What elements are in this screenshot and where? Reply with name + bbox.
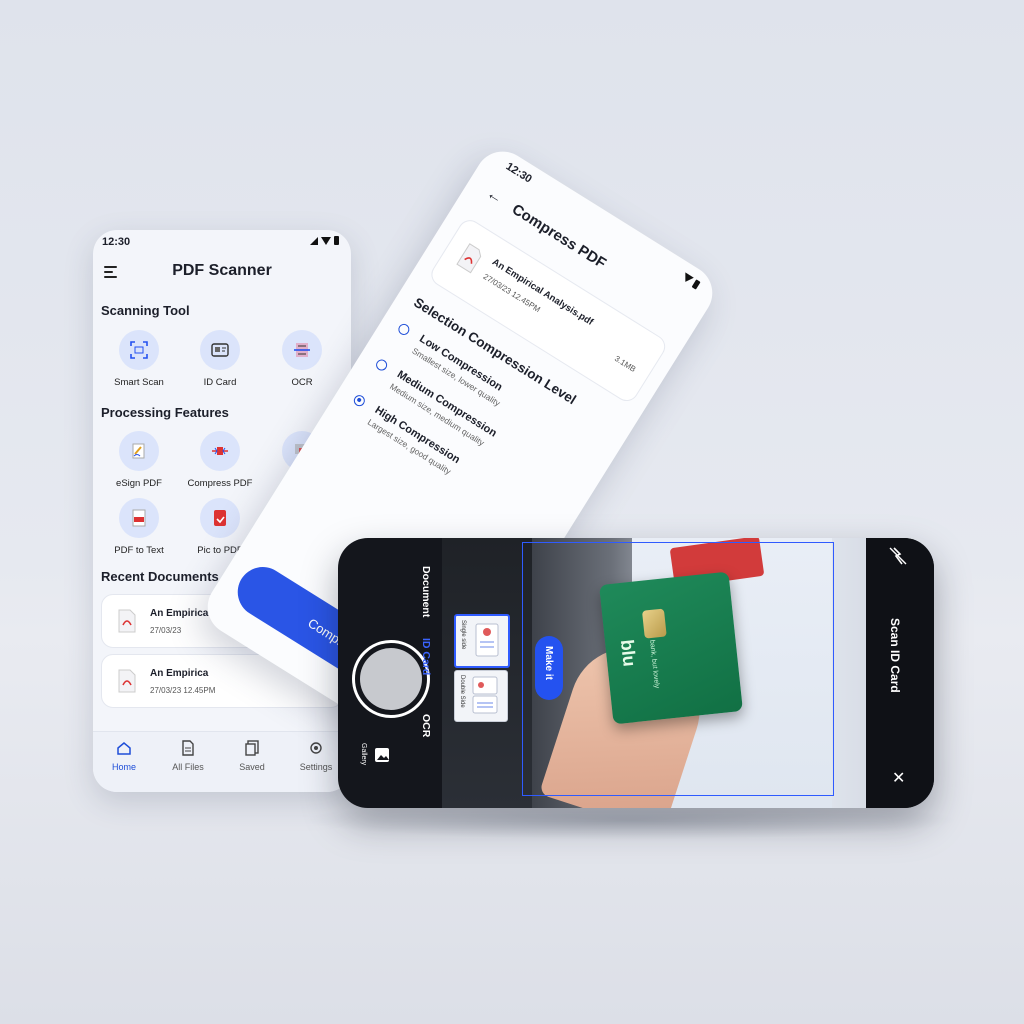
scanning-tool-heading: Scanning Tool xyxy=(101,303,190,318)
home-icon xyxy=(117,742,131,755)
pdf-to-text-icon xyxy=(132,509,146,527)
nav-home-label: Home xyxy=(111,762,136,772)
single-side-label: Single side xyxy=(460,620,466,650)
radio-button[interactable] xyxy=(396,321,412,338)
compress-icon xyxy=(212,447,228,455)
single-side-option[interactable]: Single side xyxy=(454,614,510,668)
settings-icon xyxy=(310,742,322,754)
radio-button[interactable] xyxy=(374,357,390,373)
smart-scan-button[interactable]: Smart Scan xyxy=(100,330,178,388)
recent-documents-heading: Recent Documents xyxy=(101,569,219,584)
gallery-label: Gallery xyxy=(360,743,367,766)
make-it-label: Make it xyxy=(543,646,554,680)
battery-icon xyxy=(691,279,701,290)
ocr-icon xyxy=(294,343,310,357)
signal-icon xyxy=(310,236,318,245)
doc-date: 27/03/23 xyxy=(150,626,182,635)
doc-name: An Empirica xyxy=(150,668,209,679)
back-arrow-icon[interactable]: ← xyxy=(483,185,506,209)
wifi-icon xyxy=(321,236,331,245)
compress-pdf-button[interactable]: Compress PDF xyxy=(181,431,259,489)
gallery-icon xyxy=(375,748,389,762)
processing-features-heading: Processing Features xyxy=(101,405,229,420)
id-card-label: ID Card xyxy=(203,377,237,388)
battery-icon xyxy=(334,236,339,245)
pdf-to-text-label: PDF to Text xyxy=(114,545,164,556)
close-icon[interactable]: ✕ xyxy=(892,768,905,788)
esign-pdf-button[interactable]: eSign PDF xyxy=(100,431,178,489)
wifi-icon xyxy=(681,272,694,285)
pdf-file-icon xyxy=(118,669,136,693)
shutter-button[interactable] xyxy=(352,640,430,718)
saved-icon xyxy=(245,740,259,756)
status-icons xyxy=(681,272,701,290)
id-card-thumb-icon xyxy=(475,623,499,657)
esign-icon xyxy=(132,443,145,459)
id-card-button[interactable]: ID Card xyxy=(181,330,259,388)
doc-name: An Empirica xyxy=(150,608,209,619)
make-it-button[interactable]: Make it xyxy=(535,636,563,700)
nav-settings[interactable]: Settings xyxy=(291,740,341,772)
nav-all-files-label: All Files xyxy=(172,762,204,772)
esign-pdf-label: eSign PDF xyxy=(116,478,162,489)
status-time: 12:30 xyxy=(503,160,534,186)
nav-home[interactable]: Home xyxy=(99,740,149,772)
nav-saved[interactable]: Saved xyxy=(227,740,277,772)
status-icons xyxy=(310,236,339,245)
scan-icon xyxy=(130,341,148,359)
nav-saved-label: Saved xyxy=(239,762,265,772)
mode-document[interactable]: Document xyxy=(420,566,432,617)
pdf-to-text-button[interactable]: PDF to Text xyxy=(100,498,178,556)
pdf-file-icon xyxy=(118,609,136,633)
app-title: PDF Scanner xyxy=(172,262,272,279)
flash-off-icon[interactable] xyxy=(886,544,910,568)
mode-ocr[interactable]: OCR xyxy=(420,714,432,737)
ocr-label: OCR xyxy=(291,377,313,388)
scan-frame xyxy=(522,542,834,796)
scan-id-card-title: Scan ID Card xyxy=(888,618,902,693)
doc-date: 27/03/23 12.45PM xyxy=(150,686,216,695)
pic-to-pdf-icon xyxy=(214,510,226,526)
double-side-label: Double Side xyxy=(459,675,465,708)
double-card-thumb-icon xyxy=(472,676,498,714)
file-size: 3.1MB xyxy=(612,353,638,374)
files-icon xyxy=(182,740,194,756)
mode-id-card[interactable]: ID Card xyxy=(420,638,432,675)
smart-scan-label: Smart Scan xyxy=(114,377,164,388)
scan-id-card-camera-screen: Gallery blu bank, but lovely Document ID… xyxy=(338,538,934,808)
camera-side-panel: Scan ID Card ✕ xyxy=(866,538,934,808)
double-side-option[interactable]: Double Side xyxy=(454,670,508,722)
bottom-nav: Home All Files Saved Settings xyxy=(93,731,351,792)
ocr-button[interactable]: OCR xyxy=(263,330,341,388)
status-time: 12:30 xyxy=(102,236,131,248)
id-card-icon xyxy=(211,343,229,357)
radio-button-selected[interactable] xyxy=(351,393,367,409)
nav-settings-label: Settings xyxy=(299,762,333,772)
pdf-file-icon xyxy=(456,243,482,274)
nav-all-files[interactable]: All Files xyxy=(163,740,213,772)
compress-pdf-label: Compress PDF xyxy=(187,478,253,489)
